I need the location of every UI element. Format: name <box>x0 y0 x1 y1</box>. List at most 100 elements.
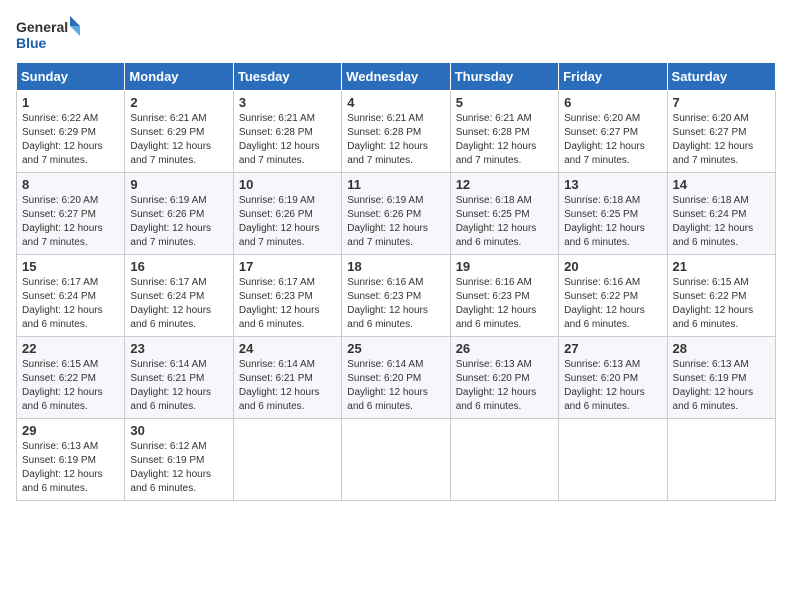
day-info: Sunrise: 6:17 AMSunset: 6:23 PMDaylight:… <box>239 276 336 332</box>
day-number: 16 <box>130 259 227 274</box>
calendar-cell: 14 Sunrise: 6:18 AMSunset: 6:24 PMDayligh… <box>667 173 775 255</box>
calendar-cell: 23 Sunrise: 6:14 AMSunset: 6:21 PMDayligh… <box>125 337 233 419</box>
calendar-cell: 30 Sunrise: 6:12 AMSunset: 6:19 PMDayligh… <box>125 419 233 501</box>
day-number: 12 <box>456 177 553 192</box>
calendar-week-row: 22 Sunrise: 6:15 AMSunset: 6:22 PMDayligh… <box>17 337 776 419</box>
calendar-cell: 28 Sunrise: 6:13 AMSunset: 6:19 PMDayligh… <box>667 337 775 419</box>
day-info: Sunrise: 6:14 AMSunset: 6:21 PMDaylight:… <box>239 358 336 414</box>
calendar-cell <box>559 419 667 501</box>
calendar-cell: 9 Sunrise: 6:19 AMSunset: 6:26 PMDaylight… <box>125 173 233 255</box>
day-number: 28 <box>673 341 770 356</box>
day-info: Sunrise: 6:13 AMSunset: 6:19 PMDaylight:… <box>22 440 119 496</box>
calendar-cell: 27 Sunrise: 6:13 AMSunset: 6:20 PMDayligh… <box>559 337 667 419</box>
calendar-cell: 29 Sunrise: 6:13 AMSunset: 6:19 PMDayligh… <box>17 419 125 501</box>
calendar-cell: 7 Sunrise: 6:20 AMSunset: 6:27 PMDaylight… <box>667 91 775 173</box>
day-number: 8 <box>22 177 119 192</box>
day-number: 10 <box>239 177 336 192</box>
day-number: 22 <box>22 341 119 356</box>
day-info: Sunrise: 6:13 AMSunset: 6:19 PMDaylight:… <box>673 358 770 414</box>
day-info: Sunrise: 6:15 AMSunset: 6:22 PMDaylight:… <box>22 358 119 414</box>
day-number: 30 <box>130 423 227 438</box>
header: GeneralBlue <box>16 16 776 52</box>
weekday-header-monday: Monday <box>125 63 233 91</box>
day-number: 20 <box>564 259 661 274</box>
calendar-cell: 6Sunrise: 6:20 AMSunset: 6:27 PMDaylight… <box>559 91 667 173</box>
calendar-cell: 21Sunrise: 6:15 AMSunset: 6:22 PMDayligh… <box>667 255 775 337</box>
svg-text:General: General <box>16 19 68 35</box>
calendar-cell: 18Sunrise: 6:16 AMSunset: 6:23 PMDayligh… <box>342 255 450 337</box>
day-info: Sunrise: 6:13 AMSunset: 6:20 PMDaylight:… <box>456 358 553 414</box>
day-number: 27 <box>564 341 661 356</box>
calendar-cell: 17 Sunrise: 6:17 AMSunset: 6:23 PMDayligh… <box>233 255 341 337</box>
day-number: 1 <box>22 95 119 110</box>
weekday-header-friday: Friday <box>559 63 667 91</box>
day-info: Sunrise: 6:13 AMSunset: 6:20 PMDaylight:… <box>564 358 661 414</box>
calendar-cell <box>342 419 450 501</box>
weekday-header-saturday: Saturday <box>667 63 775 91</box>
day-info: Sunrise: 6:19 AMSunset: 6:26 PMDaylight:… <box>130 194 227 250</box>
calendar-cell: 11 Sunrise: 6:19 AMSunset: 6:26 PMDayligh… <box>342 173 450 255</box>
day-info: Sunrise: 6:12 AMSunset: 6:19 PMDaylight:… <box>130 440 227 496</box>
calendar-cell <box>450 419 558 501</box>
calendar-week-row: 15Sunrise: 6:17 AMSunset: 6:24 PMDayligh… <box>17 255 776 337</box>
calendar-cell: 12 Sunrise: 6:18 AMSunset: 6:25 PMDayligh… <box>450 173 558 255</box>
day-number: 18 <box>347 259 444 274</box>
calendar-cell: 3Sunrise: 6:21 AMSunset: 6:28 PMDaylight… <box>233 91 341 173</box>
day-number: 11 <box>347 177 444 192</box>
calendar-cell: 10 Sunrise: 6:19 AMSunset: 6:26 PMDayligh… <box>233 173 341 255</box>
calendar-header-row: SundayMondayTuesdayWednesdayThursdayFrid… <box>17 63 776 91</box>
calendar-week-row: 1 Sunrise: 6:22 AMSunset: 6:29 PMDaylight… <box>17 91 776 173</box>
day-number: 25 <box>347 341 444 356</box>
day-info: Sunrise: 6:19 AMSunset: 6:26 PMDaylight:… <box>239 194 336 250</box>
day-info: Sunrise: 6:18 AMSunset: 6:25 PMDaylight:… <box>456 194 553 250</box>
day-info: Sunrise: 6:22 AMSunset: 6:29 PMDaylight:… <box>22 112 119 168</box>
weekday-header-sunday: Sunday <box>17 63 125 91</box>
calendar-cell: 26Sunrise: 6:13 AMSunset: 6:20 PMDayligh… <box>450 337 558 419</box>
day-info: Sunrise: 6:21 AMSunset: 6:29 PMDaylight:… <box>130 112 227 168</box>
calendar-cell: 15Sunrise: 6:17 AMSunset: 6:24 PMDayligh… <box>17 255 125 337</box>
calendar-cell: 20Sunrise: 6:16 AMSunset: 6:22 PMDayligh… <box>559 255 667 337</box>
day-number: 24 <box>239 341 336 356</box>
day-info: Sunrise: 6:19 AMSunset: 6:26 PMDaylight:… <box>347 194 444 250</box>
calendar-week-row: 29 Sunrise: 6:13 AMSunset: 6:19 PMDayligh… <box>17 419 776 501</box>
day-info: Sunrise: 6:16 AMSunset: 6:23 PMDaylight:… <box>456 276 553 332</box>
calendar-cell: 2Sunrise: 6:21 AMSunset: 6:29 PMDaylight… <box>125 91 233 173</box>
calendar-cell: 8 Sunrise: 6:20 AMSunset: 6:27 PMDaylight… <box>17 173 125 255</box>
calendar-week-row: 8 Sunrise: 6:20 AMSunset: 6:27 PMDaylight… <box>17 173 776 255</box>
calendar-cell: 16Sunrise: 6:17 AMSunset: 6:24 PMDayligh… <box>125 255 233 337</box>
calendar-cell: 19 Sunrise: 6:16 AMSunset: 6:23 PMDayligh… <box>450 255 558 337</box>
day-number: 29 <box>22 423 119 438</box>
day-info: Sunrise: 6:14 AMSunset: 6:21 PMDaylight:… <box>130 358 227 414</box>
day-number: 21 <box>673 259 770 274</box>
day-info: Sunrise: 6:17 AMSunset: 6:24 PMDaylight:… <box>22 276 119 332</box>
day-info: Sunrise: 6:21 AMSunset: 6:28 PMDaylight:… <box>239 112 336 168</box>
day-number: 9 <box>130 177 227 192</box>
svg-text:Blue: Blue <box>16 35 47 51</box>
calendar-cell: 25Sunrise: 6:14 AMSunset: 6:20 PMDayligh… <box>342 337 450 419</box>
day-info: Sunrise: 6:18 AMSunset: 6:24 PMDaylight:… <box>673 194 770 250</box>
calendar-cell: 22 Sunrise: 6:15 AMSunset: 6:22 PMDayligh… <box>17 337 125 419</box>
weekday-header-thursday: Thursday <box>450 63 558 91</box>
day-info: Sunrise: 6:20 AMSunset: 6:27 PMDaylight:… <box>22 194 119 250</box>
calendar-cell: 1 Sunrise: 6:22 AMSunset: 6:29 PMDaylight… <box>17 91 125 173</box>
day-number: 6 <box>564 95 661 110</box>
day-info: Sunrise: 6:18 AMSunset: 6:25 PMDaylight:… <box>564 194 661 250</box>
day-number: 14 <box>673 177 770 192</box>
day-number: 17 <box>239 259 336 274</box>
day-number: 7 <box>673 95 770 110</box>
calendar-cell: 4Sunrise: 6:21 AMSunset: 6:28 PMDaylight… <box>342 91 450 173</box>
calendar-table: SundayMondayTuesdayWednesdayThursdayFrid… <box>16 62 776 501</box>
calendar-cell: 13 Sunrise: 6:18 AMSunset: 6:25 PMDayligh… <box>559 173 667 255</box>
day-info: Sunrise: 6:20 AMSunset: 6:27 PMDaylight:… <box>673 112 770 168</box>
day-number: 23 <box>130 341 227 356</box>
day-info: Sunrise: 6:21 AMSunset: 6:28 PMDaylight:… <box>456 112 553 168</box>
weekday-header-tuesday: Tuesday <box>233 63 341 91</box>
day-number: 19 <box>456 259 553 274</box>
weekday-header-wednesday: Wednesday <box>342 63 450 91</box>
day-number: 13 <box>564 177 661 192</box>
logo-icon: GeneralBlue <box>16 16 86 52</box>
calendar-cell: 5 Sunrise: 6:21 AMSunset: 6:28 PMDaylight… <box>450 91 558 173</box>
day-number: 5 <box>456 95 553 110</box>
logo: GeneralBlue <box>16 16 86 52</box>
calendar-body: 1 Sunrise: 6:22 AMSunset: 6:29 PMDaylight… <box>17 91 776 501</box>
